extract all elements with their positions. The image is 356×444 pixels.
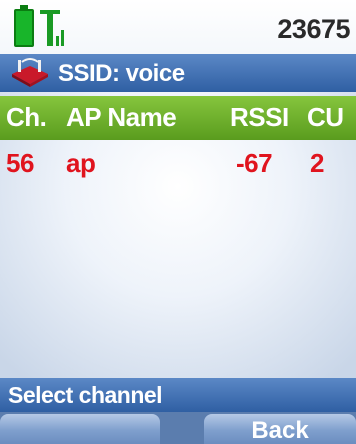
battery-full-icon xyxy=(14,5,34,47)
cell-rssi: -67 xyxy=(236,148,273,178)
column-rssi: RSSI xyxy=(230,102,289,132)
phone-screen: 23675 SSID: voice Ch. AP Name RSSI CU 56… xyxy=(0,0,356,444)
info-text: Select channel xyxy=(8,382,163,408)
cell-cu: 2 xyxy=(310,148,324,178)
column-cu: CU xyxy=(307,102,344,132)
info-bar: Select channel xyxy=(0,378,356,412)
softkey-bar: Back xyxy=(0,412,356,444)
ssid-title: SSID: voice xyxy=(58,60,185,87)
table-row[interactable]: 56 ap -67 2 xyxy=(0,142,356,186)
column-channel: Ch. xyxy=(6,102,47,132)
signal-strength-icon xyxy=(40,10,64,46)
back-softkey[interactable]: Back xyxy=(204,414,356,444)
status-bar: 23675 xyxy=(0,0,356,54)
cell-ap-name: ap xyxy=(66,148,96,178)
ssid-header: SSID: voice xyxy=(0,54,356,92)
column-header-row: Ch. AP Name RSSI CU xyxy=(0,96,356,140)
left-softkey[interactable] xyxy=(0,414,160,444)
status-number: 23675 xyxy=(277,14,350,44)
wifi-network-icon xyxy=(12,58,48,87)
column-ap-name: AP Name xyxy=(66,102,177,132)
cell-channel: 56 xyxy=(6,148,34,178)
